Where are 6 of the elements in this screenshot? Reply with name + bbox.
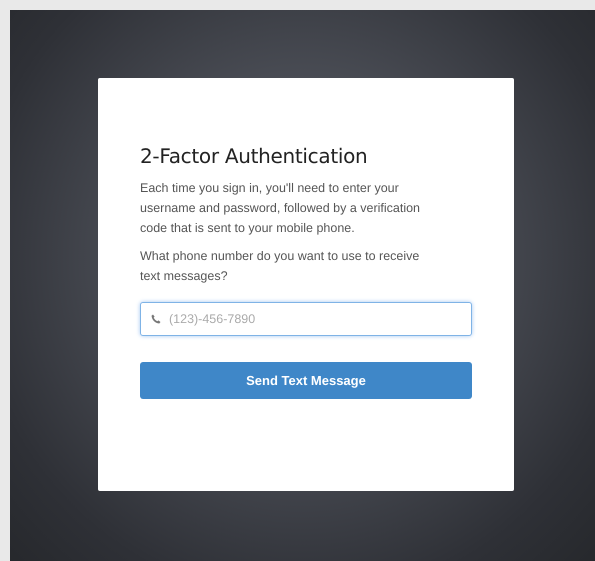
phone-input-field[interactable]: (123)-456-7890: [140, 302, 472, 336]
dialog-title: 2-Factor Authentication: [140, 144, 368, 168]
phone-icon: [151, 314, 161, 324]
question-text: What phone number do you want to use to receive text messages?: [140, 248, 420, 285]
send-text-message-button[interactable]: Send Text Message: [140, 362, 472, 399]
description-text: Each time you sign in, you'll need to enter your username and password, followed by a verification code that is sent to your mobile phone.: [140, 180, 422, 237]
